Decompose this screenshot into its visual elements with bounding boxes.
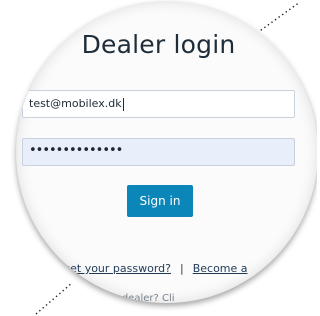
password-field-value: •••••••••••••• [29,143,123,158]
password-field[interactable]: •••••••••••••• [22,138,295,166]
footer-links: ou forget your password? | Become a [31,262,248,275]
forgot-password-link[interactable]: ou forget your password? [31,262,171,275]
page-title: Dealer login [81,30,236,59]
link-separator: | [179,262,184,275]
email-field[interactable]: test@mobilex.dk [22,90,295,118]
magnifier-lens: Dealer login test@mobilex.dk •••••••••••… [16,1,317,303]
sign-in-button[interactable]: Sign in [127,185,193,217]
become-dealer-link[interactable]: Become a [193,262,248,275]
dealer-prompt-text: as a dealer? Cli [98,293,175,303]
login-panel: Dealer login test@mobilex.dk •••••••••••… [16,1,317,303]
email-field-value: test@mobilex.dk [29,97,122,110]
text-caret [122,97,124,111]
magnifier-stage: Dealer login test@mobilex.dk •••••••••••… [0,0,317,316]
